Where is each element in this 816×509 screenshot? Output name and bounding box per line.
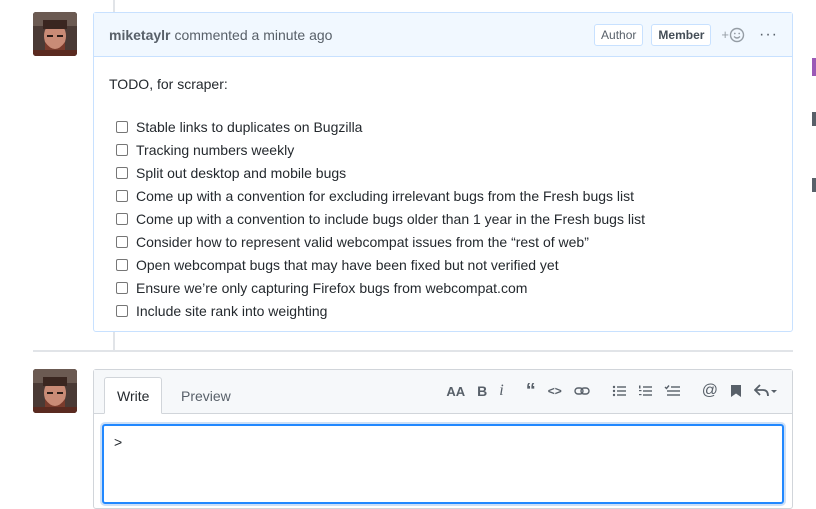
tab-write[interactable]: Write	[104, 377, 163, 414]
bold-button[interactable]: B	[477, 382, 487, 400]
comment-author-link[interactable]: miketaylr	[109, 27, 170, 43]
task-checkbox[interactable]	[116, 120, 128, 133]
reply-icon[interactable]	[754, 382, 778, 400]
task-item: Consider how to represent valid webcompa…	[116, 230, 777, 253]
task-list-icon[interactable]	[664, 382, 680, 400]
italic-button[interactable]: i	[499, 382, 503, 400]
more-options-icon[interactable]: ···	[759, 26, 778, 44]
comment-textarea[interactable]: >	[102, 424, 784, 504]
quote-button[interactable]: “	[526, 380, 536, 402]
comment-textarea-value: >	[114, 434, 123, 450]
sidebar-edge-item	[812, 178, 816, 192]
reaction-plus: +	[721, 27, 730, 42]
task-item: Stable links to duplicates on Bugzilla	[116, 115, 777, 138]
avatar[interactable]	[33, 369, 77, 413]
task-label: Tracking numbers weekly	[136, 141, 295, 158]
task-checkbox[interactable]	[116, 258, 128, 271]
task-checkbox[interactable]	[116, 143, 128, 156]
task-label: Open webcompat bugs that may have been f…	[136, 256, 559, 273]
task-item: Include site rank into weighting	[116, 299, 777, 322]
timeline-line	[113, 0, 115, 12]
task-item: Open webcompat bugs that may have been f…	[116, 253, 777, 276]
task-label: Come up with a convention to include bug…	[136, 210, 645, 227]
comment-timestamp[interactable]: commented a minute ago	[174, 27, 332, 43]
smiley-icon	[729, 27, 745, 42]
mention-button[interactable]: @	[702, 382, 718, 400]
text-size-button[interactable]: AA	[446, 382, 465, 400]
task-checkbox[interactable]	[116, 281, 128, 294]
sidebar-edge-item	[812, 58, 816, 76]
task-label: Come up with a convention for excluding …	[136, 187, 635, 204]
add-reaction-button[interactable]: +	[721, 27, 745, 43]
task-label: Split out desktop and mobile bugs	[136, 164, 347, 181]
saved-reply-icon[interactable]	[730, 382, 742, 400]
markdown-toolbar: AA B i “ <> @	[434, 380, 778, 402]
ordered-list-icon[interactable]	[638, 382, 652, 400]
issue-comment: miketaylr commented a minute ago Author …	[93, 12, 793, 332]
task-item: Tracking numbers weekly	[116, 138, 777, 161]
avatar[interactable]	[33, 12, 77, 56]
task-label: Consider how to represent valid webcompa…	[136, 233, 589, 250]
task-label: Ensure we’re only capturing Firefox bugs…	[136, 279, 528, 296]
unordered-list-icon[interactable]	[612, 382, 626, 400]
comment-header: miketaylr commented a minute ago Author …	[94, 13, 792, 57]
sidebar-edge-item	[812, 112, 816, 126]
task-checkbox[interactable]	[116, 189, 128, 202]
comment-body: TODO, for scraper: Stable links to dupli…	[94, 57, 792, 336]
link-icon[interactable]	[574, 382, 590, 400]
task-item: Split out desktop and mobile bugs	[116, 161, 777, 184]
new-comment-form: Write Preview AA B i “ <> @ >	[93, 369, 793, 509]
sidebar-edge	[812, 0, 816, 497]
task-checkbox[interactable]	[116, 212, 128, 225]
code-button[interactable]: <>	[548, 382, 562, 400]
task-checkbox[interactable]	[116, 166, 128, 179]
task-item: Ensure we’re only capturing Firefox bugs…	[116, 276, 777, 299]
tab-preview[interactable]: Preview	[169, 377, 243, 414]
task-item: Come up with a convention for excluding …	[116, 184, 777, 207]
task-item: Come up with a convention to include bug…	[116, 207, 777, 230]
task-label: Stable links to duplicates on Bugzilla	[136, 118, 363, 135]
todo-title: TODO, for scraper:	[109, 76, 228, 92]
task-checkbox[interactable]	[116, 304, 128, 317]
editor-header: Write Preview AA B i “ <> @	[94, 370, 792, 414]
timeline-separator	[33, 350, 793, 352]
task-checkbox[interactable]	[116, 235, 128, 248]
author-badge: Author	[594, 23, 644, 46]
task-label: Include site rank into weighting	[136, 302, 328, 319]
member-badge: Member	[651, 23, 712, 46]
task-list: Stable links to duplicates on Bugzilla T…	[109, 115, 777, 322]
